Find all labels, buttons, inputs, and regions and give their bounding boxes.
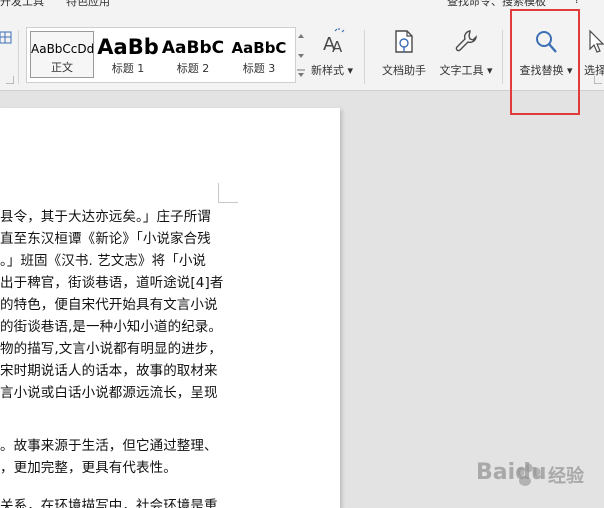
doc-line: 宋时期说话人的话本，故事的取材来 bbox=[0, 363, 218, 379]
document-page[interactable]: 县令，其于大达亦远矣。」庄子所谓 直至东汉桓谭《新论》「小说家合残 。」班固《汉… bbox=[0, 108, 340, 508]
menu-special-apps[interactable]: 特色应用 bbox=[66, 0, 110, 8]
doc-line: 出于稗官，街谈巷语，道听途说[4]者 bbox=[0, 275, 224, 291]
baidu-watermark: Baidu 经验 bbox=[468, 450, 604, 500]
style-normal-sample: AaBbCcDd bbox=[31, 42, 93, 56]
doc-line: 物的描写,文言小说都有明显的进步， bbox=[0, 341, 222, 357]
doc-assistant-button[interactable]: 文档助手 bbox=[378, 28, 430, 78]
text-tools-label: 文字工具 bbox=[439, 64, 484, 77]
command-search[interactable]: 查找命令、搜索模板 bbox=[447, 0, 546, 8]
text-tools-button[interactable]: 文字工具 ▾ bbox=[438, 28, 494, 78]
margin-mark bbox=[218, 183, 219, 203]
group-corner bbox=[6, 76, 14, 84]
separator bbox=[364, 30, 365, 84]
svg-text:A: A bbox=[332, 38, 343, 56]
style-heading-2-sample: AaBbC bbox=[161, 38, 225, 58]
help-button[interactable]: ? bbox=[574, 0, 580, 6]
doc-line: 的特色，便自宋代开始具有文言小说 bbox=[0, 297, 218, 313]
doc-line: 县令，其于大达亦远矣。」庄子所谓 bbox=[0, 209, 211, 225]
doc-assistant-label: 文档助手 bbox=[382, 64, 426, 77]
menu-bar: 开发工具 特色应用 查找命令、搜索模板 ? bbox=[0, 0, 604, 8]
gallery-scroll[interactable] bbox=[296, 28, 306, 80]
style-heading-3-sample: AaBbC bbox=[231, 39, 287, 57]
margin-mark bbox=[218, 202, 238, 203]
watermark-suffix: 经验 bbox=[548, 466, 584, 487]
vertical-scrollbar[interactable] bbox=[600, 93, 604, 503]
select-button[interactable]: 选择 bbox=[584, 28, 604, 78]
cursor-arrow-icon bbox=[589, 29, 604, 53]
style-gallery: AaBbCcDd 正文 AaBb 标题 1 AaBbC 标题 2 AaBbC 标… bbox=[26, 27, 296, 83]
new-style-label: 新样式 bbox=[310, 64, 344, 77]
group-corner bbox=[594, 76, 602, 84]
style-heading-3[interactable]: AaBbC 标题 3 bbox=[227, 31, 291, 78]
doc-line: 言小说或白话小说都源远流长，呈现 bbox=[0, 385, 218, 401]
watermark-brand: Baidu bbox=[476, 460, 547, 485]
highlight-box bbox=[510, 9, 580, 115]
style-heading-2[interactable]: AaBbC 标题 2 bbox=[161, 31, 225, 78]
doc-line: 的街谈巷语,是一种小知小道的纪录。 bbox=[0, 319, 222, 335]
doc-line: ，更加完整，更具有代表性。 bbox=[0, 460, 177, 476]
style-heading-1[interactable]: AaBb 标题 1 bbox=[97, 31, 159, 78]
wrench-icon bbox=[455, 30, 477, 52]
separator bbox=[18, 30, 19, 84]
new-style-button[interactable]: A A 新样式 ▾ bbox=[309, 28, 355, 78]
menu-dev-tools[interactable]: 开发工具 bbox=[0, 0, 44, 8]
style-heading-2-label: 标题 2 bbox=[176, 62, 210, 75]
doc-line: 。」班固《汉书. 艺文志》将「小说 bbox=[0, 253, 207, 269]
style-heading-1-sample: AaBb bbox=[97, 35, 159, 59]
doc-line: 。故事来源于生活，但它通过整理、 bbox=[0, 438, 218, 454]
doc-line: 关系，在环境描写中，社会环境是重 bbox=[0, 498, 218, 508]
doc-assistant-icon bbox=[395, 30, 413, 53]
style-normal-label: 正文 bbox=[51, 61, 73, 74]
new-style-icon: A A bbox=[323, 28, 345, 56]
doc-line: 直至东汉桓谭《新论》「小说家合残 bbox=[0, 231, 211, 247]
style-normal[interactable]: AaBbCcDd 正文 bbox=[30, 31, 94, 78]
style-heading-1-label: 标题 1 bbox=[111, 62, 145, 75]
grid-icon[interactable] bbox=[0, 30, 12, 44]
style-heading-3-label: 标题 3 bbox=[242, 62, 276, 75]
separator bbox=[502, 30, 503, 84]
